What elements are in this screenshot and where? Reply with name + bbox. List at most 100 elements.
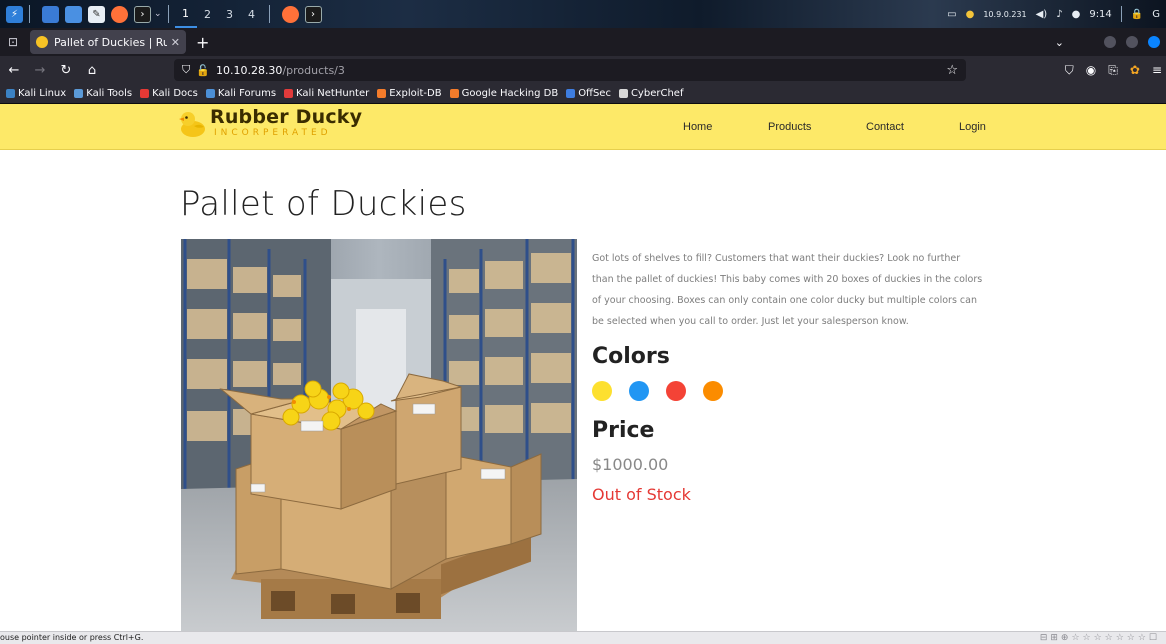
terminal-icon[interactable]: › xyxy=(134,5,151,23)
bookmark-label: Kali Linux xyxy=(18,88,67,99)
page-viewport: Rubber Ducky INCORPERATED Home Products … xyxy=(0,104,1166,631)
back-icon[interactable]: ← xyxy=(2,63,26,78)
site-nav: Home Products Contact Login xyxy=(0,104,1166,150)
forward-icon[interactable]: → xyxy=(28,63,52,78)
bookmark-kali-docs[interactable]: Kali Docs xyxy=(140,88,198,99)
screen: ⚡ ✎ › ⌄ 1 2 3 4 › ▭ ● 10.9.0.231 ◀) ♪ ● … xyxy=(0,0,1166,644)
duck-favicon-icon xyxy=(36,36,48,48)
tab-active[interactable]: Pallet of Duckies | Rubber ✕ xyxy=(30,30,186,54)
bookmark-offsec[interactable]: OffSec xyxy=(566,88,611,99)
reload-icon[interactable]: ↻ xyxy=(54,63,78,78)
tab-list-icon[interactable]: ⊡ xyxy=(0,28,26,56)
home-icon[interactable]: ⌂ xyxy=(80,63,104,78)
ghdb-icon xyxy=(449,89,459,98)
workspace-1[interactable]: 1 xyxy=(174,0,197,28)
bookmark-label: Google Hacking DB xyxy=(461,88,559,99)
bookmarks-bar: Kali Linux Kali Tools Kali Docs Kali For… xyxy=(0,84,1166,104)
text-editor-icon[interactable]: ✎ xyxy=(88,5,105,23)
menu-hamburger-icon[interactable]: ≡ xyxy=(1152,63,1162,77)
vpn-user-icon[interactable]: ● xyxy=(966,9,975,20)
maximize-window-icon[interactable] xyxy=(1126,36,1138,48)
display-icon[interactable]: ▭ xyxy=(947,9,956,20)
vm-status-bar: ouse pointer inside or press Ctrl+G. ⊟⊞⊕… xyxy=(0,631,1166,644)
panel-g-label[interactable]: G xyxy=(1152,9,1160,20)
kali-docs-icon xyxy=(140,89,150,98)
site-header: Rubber Ducky INCORPERATED Home Products … xyxy=(0,104,1166,150)
panel-separator xyxy=(1120,6,1122,22)
product-title: Pallet of Duckies xyxy=(180,184,467,224)
color-swatch-orange[interactable] xyxy=(703,381,723,401)
account-icon[interactable]: ◉ xyxy=(1086,63,1096,77)
color-swatches xyxy=(592,381,723,401)
shield-icon[interactable]: ⛉ xyxy=(182,63,190,77)
extensions-icon[interactable]: ⎘ xyxy=(1108,63,1118,78)
bookmark-star-icon[interactable]: ☆ xyxy=(946,63,958,78)
pocket-icon[interactable]: ⛉ xyxy=(1065,63,1074,78)
minimize-window-icon[interactable] xyxy=(1104,36,1116,48)
notification-bell-icon[interactable]: ♪ xyxy=(1056,9,1062,20)
browser-nav-bar: ← → ↻ ⌂ ⛉ 🔓 10.10.28.30/products/3 ☆ ⛉ ◉… xyxy=(0,56,1166,84)
firefox-icon[interactable] xyxy=(111,5,128,23)
nav-login[interactable]: Login xyxy=(959,121,986,133)
product-price: $1000.00 xyxy=(592,455,669,474)
url-bar[interactable]: ⛉ 🔓 10.10.28.30/products/3 ☆ xyxy=(174,59,966,81)
close-window-icon[interactable] xyxy=(1148,36,1160,48)
close-tab-icon[interactable]: ✕ xyxy=(171,36,180,49)
chevron-down-icon[interactable]: ⌄ xyxy=(154,9,162,19)
terminal-window-icon[interactable]: › xyxy=(304,5,322,23)
url-host: 10.10.28.30 xyxy=(215,63,283,77)
bookmark-kali-tools[interactable]: Kali Tools xyxy=(74,88,132,99)
bookmark-label: Kali Docs xyxy=(152,88,198,99)
colors-heading: Colors xyxy=(592,344,670,369)
volume-icon[interactable]: ◀) xyxy=(1036,9,1048,20)
bookmark-label: Exploit-DB xyxy=(389,88,442,99)
color-swatch-yellow[interactable] xyxy=(592,381,612,401)
bookmark-cyberchef[interactable]: CyberChef xyxy=(618,88,684,99)
price-heading: Price xyxy=(592,418,655,443)
new-tab-icon[interactable]: + xyxy=(196,33,209,52)
nethunter-icon xyxy=(284,89,294,98)
bookmark-label: Kali Forums xyxy=(217,88,277,99)
ip-address: 10.9.0.231 xyxy=(983,9,1027,19)
bookmark-label: OffSec xyxy=(578,88,611,99)
stock-status: Out of Stock xyxy=(592,485,691,504)
insecure-lock-icon[interactable]: 🔓 xyxy=(196,64,210,77)
status-text: ouse pointer inside or press Ctrl+G. xyxy=(0,633,144,642)
bookmark-label: Kali Tools xyxy=(86,88,133,99)
tab-overflow-chevron-icon[interactable]: ⌄ xyxy=(1055,36,1064,49)
nav-home[interactable]: Home xyxy=(683,121,712,133)
bookmark-google-hacking-db[interactable]: Google Hacking DB xyxy=(449,88,559,99)
foxyproxy-icon[interactable]: ✿ xyxy=(1130,63,1140,77)
firefox-window-icon[interactable] xyxy=(281,5,299,23)
status-tray-icons: ⊟⊞⊕☆☆☆☆☆☆☆☐ xyxy=(1039,633,1160,643)
kali-menu-icon[interactable]: ⚡ xyxy=(6,5,23,23)
nav-contact[interactable]: Contact xyxy=(866,121,904,133)
panel-separator xyxy=(29,5,30,23)
nav-products[interactable]: Products xyxy=(768,121,811,133)
workspace-4[interactable]: 4 xyxy=(241,8,263,21)
offsec-icon xyxy=(566,89,576,98)
bookmark-kali-nethunter[interactable]: Kali NetHunter xyxy=(284,88,369,99)
desktop-icon[interactable] xyxy=(42,5,59,23)
kali-dragon-icon xyxy=(6,89,15,98)
clock-time[interactable]: 9:14 xyxy=(1089,9,1111,20)
file-manager-icon[interactable] xyxy=(65,5,82,23)
bookmark-exploit-db[interactable]: Exploit-DB xyxy=(377,88,442,99)
kali-forums-icon xyxy=(205,89,215,98)
kali-top-panel: ⚡ ✎ › ⌄ 1 2 3 4 › ▭ ● 10.9.0.231 ◀) ♪ ● … xyxy=(0,0,1166,28)
kali-tools-icon xyxy=(74,89,84,98)
tab-title: Pallet of Duckies | Rubber xyxy=(54,35,167,49)
bookmark-label: CyberChef xyxy=(630,88,684,99)
workspace-2[interactable]: 2 xyxy=(197,8,219,21)
panel-separator xyxy=(167,5,169,23)
bookmark-kali-linux[interactable]: Kali Linux xyxy=(6,88,66,99)
lock-icon[interactable]: 🔒 xyxy=(1131,9,1143,20)
clock-icon: ● xyxy=(1071,8,1081,20)
color-swatch-red[interactable] xyxy=(666,381,686,401)
panel-separator xyxy=(268,5,270,23)
bookmark-kali-forums[interactable]: Kali Forums xyxy=(205,88,277,99)
bookmark-label: Kali NetHunter xyxy=(296,88,370,99)
workspace-3[interactable]: 3 xyxy=(219,8,241,21)
product-description: Got lots of shelves to fill? Customers t… xyxy=(592,253,983,327)
color-swatch-blue[interactable] xyxy=(629,381,649,401)
